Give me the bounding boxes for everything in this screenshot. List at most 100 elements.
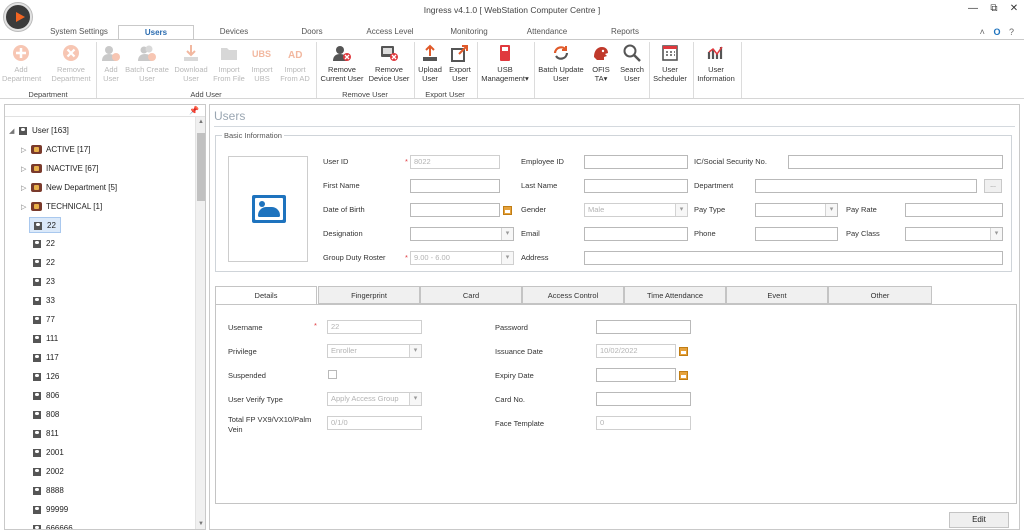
username-field[interactable]: 22	[327, 320, 422, 334]
collapse-arrow-icon[interactable]: ▷	[21, 200, 31, 216]
date-of-birth-field[interactable]	[410, 203, 500, 217]
remove-department-button[interactable]: Remove Department	[48, 43, 94, 83]
collapse-arrow-icon[interactable]: ▷	[21, 181, 31, 197]
tree-user-item[interactable]: 23	[33, 274, 55, 290]
restore-button[interactable]: ⧉	[986, 2, 1002, 16]
user-information-button[interactable]: User Information	[694, 43, 738, 83]
usb-management-button[interactable]: USB Management▾	[480, 43, 530, 83]
tree-user-item[interactable]: 22	[33, 236, 55, 252]
collapse-arrow-icon[interactable]: ▷	[21, 143, 31, 159]
card-no-field[interactable]	[596, 392, 691, 406]
import-from-file-button[interactable]: Import From File	[212, 43, 246, 83]
add-user-button[interactable]: Add User	[99, 43, 123, 83]
tree-user-item-selected[interactable]: 22	[29, 217, 61, 233]
tree-user-item[interactable]: 806	[33, 388, 59, 404]
tab-reports[interactable]: Reports	[600, 25, 650, 39]
tree-user-item[interactable]: 77	[33, 312, 55, 328]
department-browse-button[interactable]: ...	[984, 179, 1002, 193]
calendar-icon[interactable]	[679, 371, 688, 380]
user-photo[interactable]	[228, 156, 308, 262]
user-verify-type-select[interactable]: Apply Access Group	[327, 392, 422, 406]
tree-user-item[interactable]: 811	[33, 426, 59, 442]
calendar-icon[interactable]	[679, 347, 688, 356]
face-template-field[interactable]: 0	[596, 416, 691, 430]
ic-field[interactable]	[788, 155, 1003, 169]
tree-scrollbar[interactable]: ▲ ▼	[195, 117, 205, 529]
collapse-ribbon-icon[interactable]: ˄	[980, 27, 985, 37]
help-icon[interactable]: ?	[1009, 27, 1014, 37]
export-user-button[interactable]: Export User	[446, 43, 474, 83]
designation-select[interactable]	[410, 227, 514, 241]
tab-details[interactable]: Details	[215, 286, 317, 305]
tab-access-level[interactable]: Access Level	[356, 25, 424, 39]
edit-button[interactable]: Edit	[949, 512, 1009, 528]
tree-user-item[interactable]: 808	[33, 407, 59, 423]
batch-create-user-button[interactable]: Batch Create User	[125, 43, 169, 83]
tab-access-control[interactable]: Access Control	[522, 286, 624, 304]
tree-group-active[interactable]: ▷ ACTIVE [17]	[21, 142, 90, 158]
ofis-ta-button[interactable]: OFIS TA▾	[588, 43, 614, 83]
collapse-arrow-icon[interactable]: ▷	[21, 162, 31, 178]
tree-user-item[interactable]: 99999	[33, 502, 68, 518]
tab-card[interactable]: Card	[420, 286, 522, 304]
tree-user-item[interactable]: 126	[33, 369, 59, 385]
total-fp-field[interactable]: 0/1/0	[327, 416, 422, 430]
user-scheduler-button[interactable]: User Scheduler	[650, 43, 690, 83]
minimize-button[interactable]: —	[965, 2, 981, 16]
tree-user-item[interactable]: 666666	[33, 521, 73, 529]
expand-arrow-icon[interactable]: ◢	[9, 124, 19, 140]
pay-class-select[interactable]	[905, 227, 1003, 241]
tab-monitoring[interactable]: Monitoring	[440, 25, 498, 39]
tab-devices[interactable]: Devices	[206, 25, 262, 39]
group-duty-roster-select[interactable]: 9.00 - 6.00	[410, 251, 514, 265]
remove-device-user-button[interactable]: Remove Device User	[366, 43, 412, 83]
close-button[interactable]: ✕	[1006, 2, 1022, 16]
issuance-date-field[interactable]: 10/02/2022	[596, 344, 676, 358]
tab-fingerprint[interactable]: Fingerprint	[318, 286, 420, 304]
download-user-button[interactable]: Download User	[172, 43, 210, 83]
address-field[interactable]	[584, 251, 1003, 265]
tree-user-item[interactable]: 117	[33, 350, 59, 366]
department-field[interactable]	[755, 179, 977, 193]
tree-group-technical[interactable]: ▷ TECHNICAL [1]	[21, 199, 102, 215]
search-user-button[interactable]: Search User	[618, 43, 646, 83]
tree-group-inactive[interactable]: ▷ INACTIVE [67]	[21, 161, 98, 177]
pay-rate-field[interactable]	[905, 203, 1003, 217]
pay-type-select[interactable]	[755, 203, 838, 217]
add-department-button[interactable]: Add Department	[2, 43, 41, 83]
email-field[interactable]	[584, 227, 688, 241]
import-ubs-button[interactable]: UBS Import UBS	[248, 43, 276, 83]
scroll-thumb[interactable]	[197, 133, 205, 201]
batch-update-user-button[interactable]: Batch Update User	[536, 43, 586, 83]
expiry-date-field[interactable]	[596, 368, 676, 382]
pin-icon[interactable]: 📌	[189, 106, 199, 115]
employee-id-field[interactable]	[584, 155, 688, 169]
office-icon[interactable]: O	[993, 27, 1000, 37]
remove-current-user-button[interactable]: Remove Current User	[318, 43, 366, 83]
tree-root[interactable]: ◢ User [163]	[9, 123, 69, 139]
password-field[interactable]	[596, 320, 691, 334]
tree-user-item[interactable]: 8888	[33, 483, 64, 499]
scroll-down-icon[interactable]: ▼	[196, 521, 205, 527]
gender-select[interactable]: Male	[584, 203, 688, 217]
suspended-checkbox[interactable]	[328, 370, 337, 379]
tab-time-attendance[interactable]: Time Attendance	[624, 286, 726, 304]
last-name-field[interactable]	[584, 179, 688, 193]
import-from-ad-button[interactable]: AD Import From AD	[278, 43, 312, 83]
tab-doors[interactable]: Doors	[288, 25, 336, 39]
tree-group-new-department[interactable]: ▷ New Department [5]	[21, 180, 117, 196]
scroll-up-icon[interactable]: ▲	[196, 119, 205, 125]
phone-field[interactable]	[755, 227, 838, 241]
tab-users[interactable]: Users	[118, 25, 194, 40]
first-name-field[interactable]	[410, 179, 500, 193]
upload-user-button[interactable]: Upload User	[416, 43, 444, 83]
calendar-icon[interactable]	[503, 206, 512, 215]
tab-event[interactable]: Event	[726, 286, 828, 304]
tree-user-item[interactable]: 2002	[33, 464, 64, 480]
tab-other[interactable]: Other	[828, 286, 932, 304]
tab-system-settings[interactable]: System Settings	[40, 25, 118, 39]
tab-attendance[interactable]: Attendance	[518, 25, 576, 39]
privilege-select[interactable]: Enroller	[327, 344, 422, 358]
tree-user-item[interactable]: 2001	[33, 445, 64, 461]
tree-user-item[interactable]: 111	[33, 331, 58, 347]
